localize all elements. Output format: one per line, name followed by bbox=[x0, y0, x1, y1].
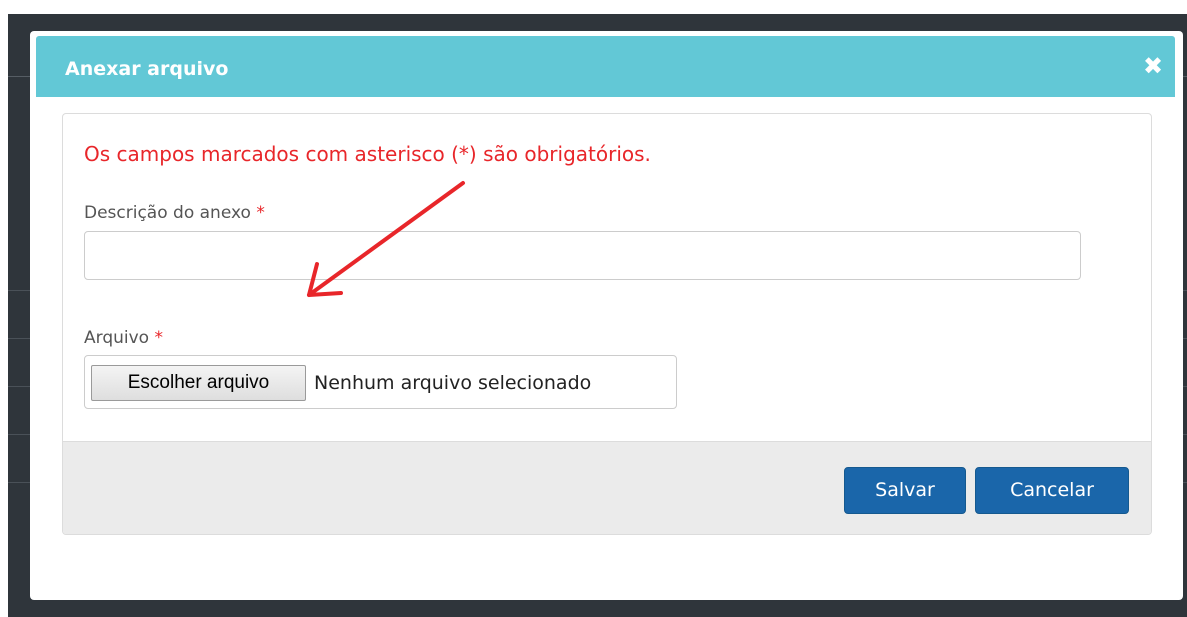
form-body: Os campos marcados com asterisco (*) são… bbox=[63, 114, 1151, 440]
dialog-title: Anexar arquivo bbox=[65, 58, 229, 80]
description-label-text: Descrição do anexo bbox=[84, 203, 251, 223]
file-label-text: Arquivo bbox=[84, 328, 150, 348]
required-asterisk: * bbox=[256, 203, 265, 223]
required-asterisk: * bbox=[154, 328, 163, 348]
form-panel: Os campos marcados com asterisco (*) são… bbox=[62, 113, 1152, 535]
file-status-text: Nenhum arquivo selecionado bbox=[314, 372, 592, 394]
attach-file-dialog: Anexar arquivo ✖ Os campos marcados com … bbox=[30, 31, 1183, 600]
description-label: Descrição do anexo * bbox=[84, 203, 265, 223]
choose-file-button[interactable]: Escolher arquivo bbox=[91, 365, 306, 401]
file-input[interactable]: Escolher arquivo Nenhum arquivo selecion… bbox=[84, 355, 677, 409]
cancel-button[interactable]: Cancelar bbox=[975, 467, 1129, 514]
description-input[interactable] bbox=[84, 231, 1081, 280]
close-icon[interactable]: ✖ bbox=[1141, 54, 1165, 78]
dialog-header: Anexar arquivo ✖ bbox=[36, 36, 1175, 97]
file-label: Arquivo * bbox=[84, 328, 163, 348]
dialog-footer: Salvar Cancelar bbox=[63, 441, 1151, 534]
required-fields-note: Os campos marcados com asterisco (*) são… bbox=[84, 142, 651, 166]
save-button[interactable]: Salvar bbox=[844, 467, 966, 514]
